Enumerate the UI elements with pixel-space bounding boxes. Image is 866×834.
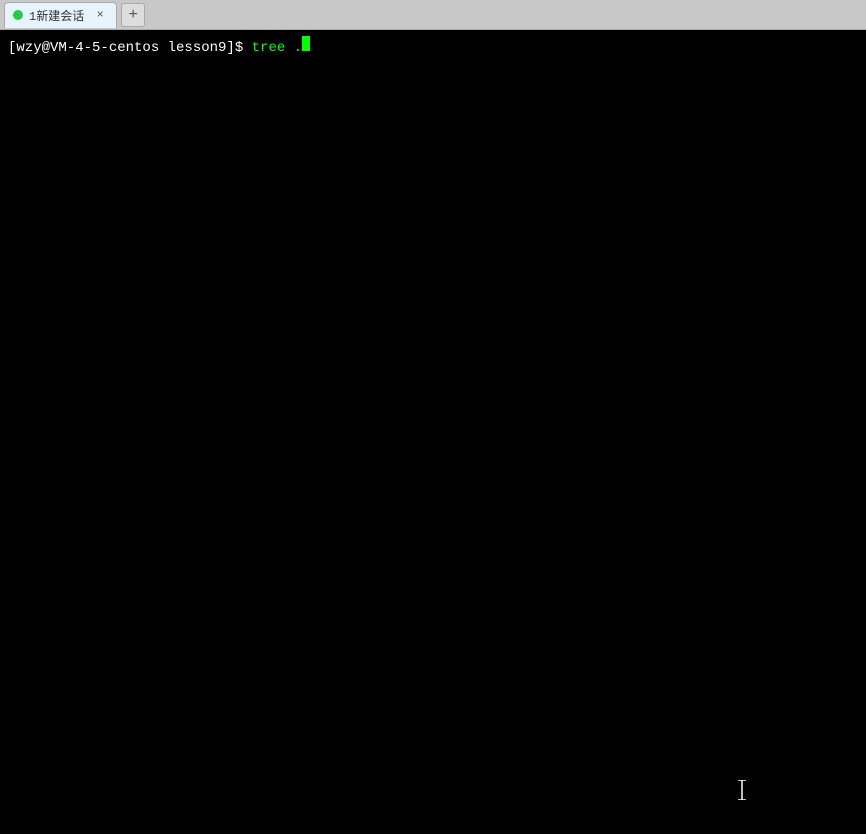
tab-status-dot	[13, 10, 23, 20]
terminal-cursor	[302, 36, 310, 51]
tab-label: 1新建会话	[29, 7, 84, 24]
mouse-cursor-icon	[736, 780, 748, 800]
new-tab-button[interactable]: +	[121, 3, 145, 27]
terminal-area[interactable]: [wzy@VM-4-5-centos lesson9]$ tree .	[0, 30, 866, 834]
terminal-prompt: [wzy@VM-4-5-centos lesson9]$	[8, 39, 243, 59]
terminal-command: tree .	[243, 39, 302, 59]
terminal-command-line: [wzy@VM-4-5-centos lesson9]$ tree .	[8, 36, 858, 59]
tab-close-button[interactable]: ×	[92, 7, 108, 23]
terminal-window: 1新建会话 × + [wzy@VM-4-5-centos lesson9]$ t…	[0, 0, 866, 834]
tab-bar: 1新建会话 × +	[0, 0, 866, 30]
tab-1[interactable]: 1新建会话 ×	[4, 2, 117, 28]
